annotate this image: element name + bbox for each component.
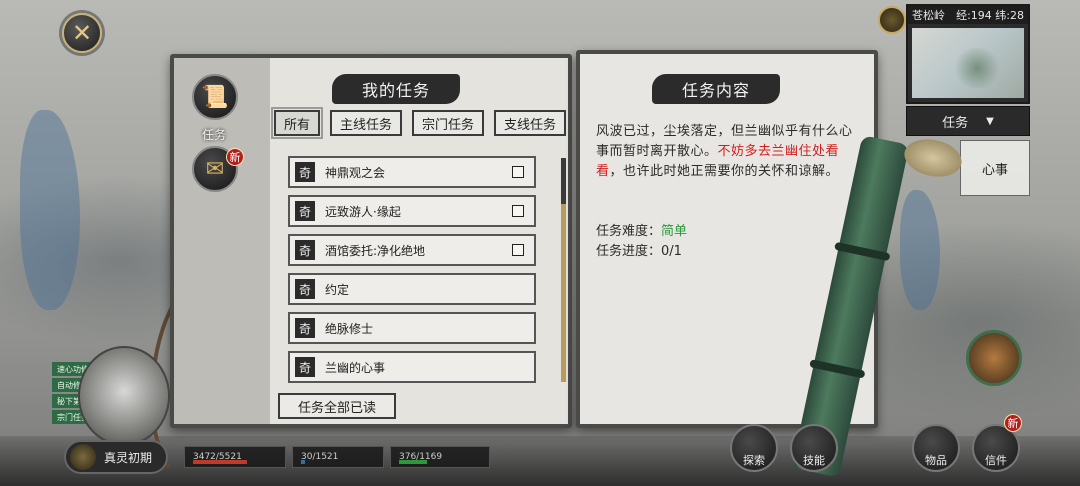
items-label: 物品 [925, 454, 947, 467]
health-fill [193, 460, 247, 464]
chevron-down-icon: ▼ [986, 115, 994, 127]
quest-name: 兰幽的心事 [325, 360, 386, 375]
stamina-bar: 376/1169 [390, 446, 490, 468]
character-portrait[interactable] [78, 346, 170, 446]
tracked-task-card[interactable]: 心事 [960, 140, 1030, 196]
realm-button[interactable]: 真灵初期 [64, 440, 168, 474]
scrollbar-thumb[interactable] [561, 158, 566, 204]
quest-row[interactable]: 奇 神鼎观之会 [288, 156, 536, 188]
quest-description: 风波已过，尘埃落定，但兰幽似乎有什么心事而暂时离开散心。不妨多去兰幽住处看看，也… [596, 122, 858, 182]
quest-checkbox[interactable] [512, 205, 524, 217]
health-bar: 3472/5521 [184, 446, 286, 468]
mail-new-badge: 新 [1004, 414, 1022, 432]
mana-value: 30/1521 [301, 452, 339, 462]
quest-name: 绝脉修士 [325, 321, 374, 336]
quest-checkbox[interactable] [512, 244, 524, 256]
difficulty-label: 任务难度： [596, 224, 662, 239]
tab-sect-quests[interactable]: 宗门任务 [412, 110, 484, 136]
skills-button[interactable]: 技能 [790, 424, 838, 472]
quest-row[interactable]: 奇 远致游人·缘起 [288, 195, 536, 227]
scrollbar-track [561, 204, 566, 382]
mana-fill [301, 460, 305, 464]
quest-name: 远致游人·缘起 [325, 204, 401, 219]
quest-row[interactable]: 奇 兰幽的心事 [288, 351, 536, 383]
quest-description-text: ，也许此时她正需要你的关怀和谅解。 [609, 164, 840, 179]
scroll-icon: 📜 [201, 84, 229, 110]
quest-row[interactable]: 奇 酒馆委托:净化绝地 [288, 234, 536, 266]
world-map-button[interactable] [966, 330, 1022, 386]
tab-all[interactable]: 所有 [271, 107, 323, 139]
task-dropdown-label: 任务 [942, 115, 969, 131]
quest-name: 约定 [325, 282, 350, 297]
quest-list-scrollbar[interactable] [561, 158, 566, 382]
minimap-header: 苍松岭 经:194 纬:28 [908, 6, 1028, 24]
new-badge: 新 [226, 148, 244, 166]
quest-detail-title: 任务内容 [652, 74, 780, 104]
map-lake [900, 190, 940, 310]
map-river [20, 110, 80, 310]
explore-button[interactable]: 探索 [730, 424, 778, 472]
compass-icon[interactable] [878, 6, 906, 34]
tab-side-quests[interactable]: 支线任务 [494, 110, 566, 136]
mana-bar: 30/1521 [292, 446, 384, 468]
minimap-location: 苍松岭 [912, 9, 945, 22]
items-button[interactable]: 物品 [912, 424, 960, 472]
explore-label: 探索 [743, 454, 765, 467]
skills-label: 技能 [803, 454, 825, 467]
quest-type-tag: 奇 [295, 162, 315, 182]
quest-name: 神鼎观之会 [325, 165, 386, 180]
quest-type-tag: 奇 [295, 240, 315, 260]
realm-label: 真灵初期 [104, 450, 153, 465]
side-menu-quests-label: 任务 [202, 128, 227, 142]
mail-label: 信件 [985, 454, 1007, 467]
close-icon: ✕ [71, 19, 93, 47]
minimap[interactable]: 苍松岭 经:194 纬:28 [906, 4, 1030, 104]
difficulty-value: 简单 [661, 224, 688, 239]
quest-type-tag: 奇 [295, 279, 315, 299]
progress-label: 任务进度： [596, 244, 662, 259]
progress-value: 0/1 [661, 244, 682, 259]
quest-list-title: 我的任务 [332, 74, 460, 104]
tracked-task-text: 心事 [981, 162, 1008, 178]
mark-all-read-button[interactable]: 任务全部已读 [278, 393, 396, 419]
quest-row[interactable]: 奇 绝脉修士 [288, 312, 536, 344]
quest-name: 酒馆委托:净化绝地 [325, 243, 426, 258]
quest-type-tag: 奇 [295, 357, 315, 377]
quest-checkbox[interactable] [512, 166, 524, 178]
quest-progress: 任务进度：0/1 [596, 240, 682, 259]
letter-icon: ✉ [205, 156, 225, 182]
stamina-fill [399, 460, 427, 464]
quest-type-tag: 奇 [295, 318, 315, 338]
quest-row[interactable]: 奇 约定 [288, 273, 536, 305]
minimap-view[interactable] [912, 28, 1024, 98]
close-button[interactable]: ✕ [62, 13, 102, 53]
task-tracker-dropdown[interactable]: 任务 ▼ [906, 106, 1030, 136]
quest-type-tag: 奇 [295, 201, 315, 221]
minimap-coords: 经:194 纬:28 [956, 9, 1024, 22]
side-menu-quests[interactable]: 📜 [192, 74, 238, 120]
tab-main-quests[interactable]: 主线任务 [330, 110, 402, 136]
quest-difficulty: 任务难度：简单 [596, 220, 687, 239]
realm-icon [70, 444, 96, 470]
